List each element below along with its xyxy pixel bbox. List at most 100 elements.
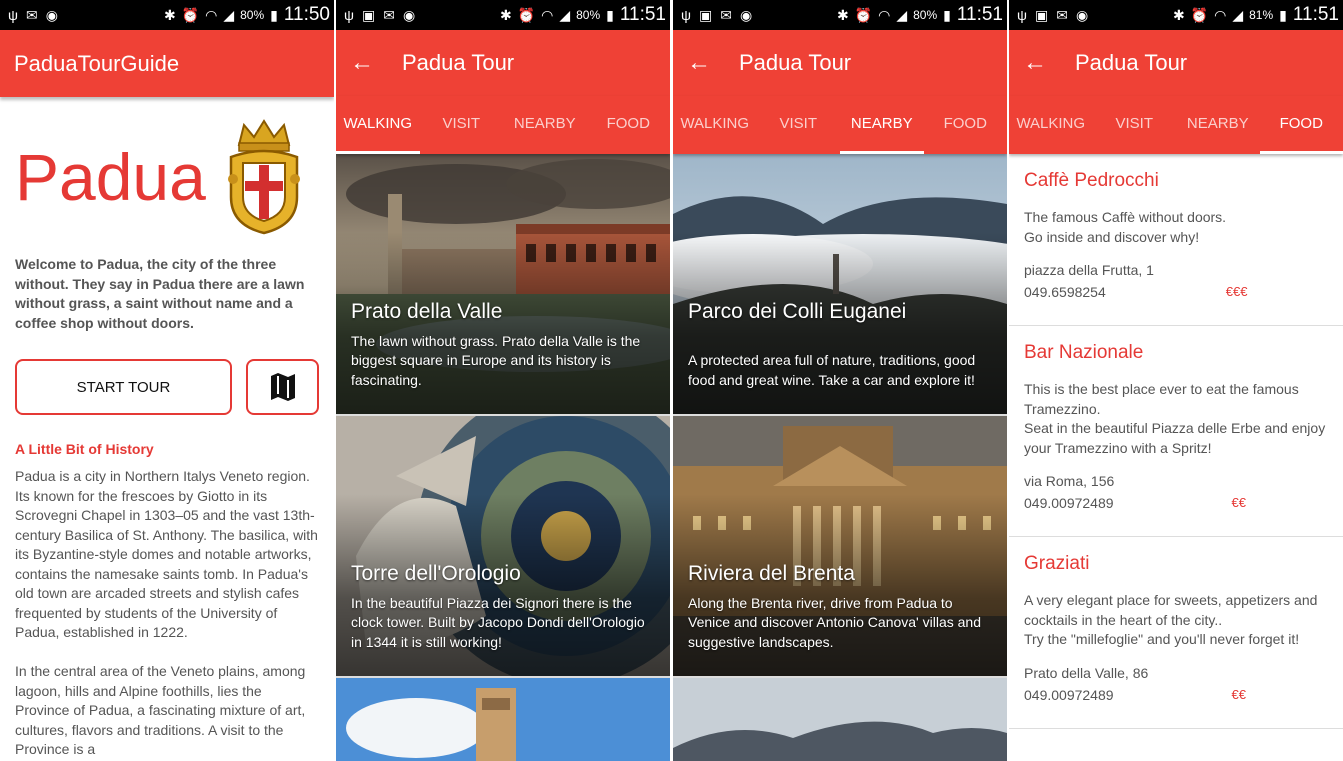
walking-screen: ψ ▣ ✉ ◉ ✱ ⏰ ◠ ◢ 80% ▮ 11:51 ← Padua Tour… bbox=[336, 0, 670, 761]
tab-bar: WALKING VISIT NEARBY FOOD bbox=[1009, 96, 1343, 154]
hero: Padua bbox=[15, 97, 319, 257]
alarm-icon: ⏰ bbox=[1190, 7, 1209, 23]
screen-title: Padua Tour bbox=[739, 50, 852, 75]
alarm-icon: ⏰ bbox=[517, 7, 536, 23]
food-item[interactable]: Bar Nazionale This is the best place eve… bbox=[1009, 326, 1343, 537]
image-icon: ▣ bbox=[361, 7, 376, 23]
food-address: via Roma, 156 bbox=[1024, 473, 1115, 489]
food-phone[interactable]: 049.6598254 bbox=[1024, 281, 1106, 303]
wifi-icon: ◠ bbox=[878, 7, 891, 23]
welcome-text: Welcome to Padua, the city of the three … bbox=[15, 256, 305, 331]
place-photo bbox=[336, 678, 670, 761]
place-card[interactable] bbox=[336, 678, 670, 761]
food-phone[interactable]: 049.00972489 bbox=[1024, 684, 1114, 706]
place-card[interactable]: Parco dei Colli Euganei A protected area… bbox=[673, 154, 1007, 416]
tab-nearby[interactable]: NEARBY bbox=[1176, 96, 1260, 154]
screen-title: Padua Tour bbox=[1075, 50, 1188, 75]
usb-icon: ψ bbox=[344, 7, 354, 23]
tab-food[interactable]: FOOD bbox=[587, 96, 671, 154]
tab-walking[interactable]: WALKING bbox=[1009, 96, 1093, 154]
battery-percent: 80% bbox=[240, 8, 265, 22]
battery-icon: ▮ bbox=[943, 7, 951, 23]
bluetooth-icon: ✱ bbox=[499, 7, 512, 23]
tab-nearby[interactable]: NEARBY bbox=[503, 96, 587, 154]
app-bar: ← Padua Tour bbox=[673, 30, 1007, 96]
usb-icon: ψ bbox=[1017, 7, 1027, 23]
back-arrow-icon[interactable]: ← bbox=[687, 49, 739, 77]
food-price: €€€ bbox=[1225, 284, 1248, 299]
signal-icon: ◢ bbox=[559, 7, 571, 23]
place-title: Torre dell'Orologio bbox=[351, 562, 521, 585]
place-description: The lawn without grass. Prato della Vall… bbox=[351, 332, 641, 388]
mail-icon: ✉ bbox=[25, 7, 38, 23]
tab-visit[interactable]: VISIT bbox=[420, 96, 504, 154]
tab-visit[interactable]: VISIT bbox=[757, 96, 841, 154]
status-bar: ψ ▣ ✉ ◉ ✱ ⏰ ◠ ◢ 80% ▮ 11:51 bbox=[673, 0, 1007, 30]
place-title: Prato della Valle bbox=[351, 300, 503, 323]
tab-nearby[interactable]: NEARBY bbox=[840, 96, 924, 154]
clock: 11:51 bbox=[619, 4, 666, 25]
back-arrow-icon[interactable]: ← bbox=[1023, 49, 1075, 77]
tab-walking[interactable]: WALKING bbox=[673, 96, 757, 154]
tab-food[interactable]: FOOD bbox=[1259, 96, 1343, 154]
food-screen: ψ ▣ ✉ ◉ ✱ ⏰ ◠ ◢ 81% ▮ 11:51 ← Padua Tour… bbox=[1009, 0, 1343, 761]
place-title: Riviera del Brenta bbox=[688, 562, 855, 585]
history-text: Padua is a city in Northern Italys Venet… bbox=[15, 467, 319, 760]
clock: 11:51 bbox=[956, 4, 1003, 25]
home-content[interactable]: Padua Welcome to Padua, the city of the … bbox=[0, 97, 334, 760]
food-price: €€ bbox=[1231, 495, 1247, 510]
battery-percent: 80% bbox=[913, 8, 938, 22]
place-card[interactable]: Torre dell'Orologio In the beautiful Pia… bbox=[336, 416, 670, 678]
place-card[interactable]: Riviera del Brenta Along the Brenta rive… bbox=[673, 416, 1007, 678]
bluetooth-icon: ✱ bbox=[836, 7, 849, 23]
tab-bar: WALKING VISIT NEARBY FOOD bbox=[673, 96, 1007, 154]
app-bar: ← Padua Tour bbox=[336, 30, 670, 96]
image-icon: ▣ bbox=[1034, 7, 1049, 23]
nearby-screen: ψ ▣ ✉ ◉ ✱ ⏰ ◠ ◢ 80% ▮ 11:51 ← Padua Tour… bbox=[673, 0, 1007, 761]
map-button[interactable] bbox=[246, 359, 319, 415]
place-description: A protected area full of nature, traditi… bbox=[688, 352, 976, 388]
food-list[interactable]: Caffè Pedrocchi The famous Caffè without… bbox=[1009, 154, 1343, 729]
wifi-icon: ◠ bbox=[1214, 7, 1227, 23]
start-tour-button[interactable]: START TOUR bbox=[15, 359, 232, 415]
place-card[interactable] bbox=[673, 678, 1007, 761]
city-title: Padua bbox=[15, 140, 206, 214]
mail-icon: ✉ bbox=[383, 7, 395, 23]
food-description: A very elegant place for sweets, appetiz… bbox=[1024, 592, 1318, 647]
food-description: The famous Caffè without doors. Go insid… bbox=[1024, 209, 1227, 245]
food-description: This is the best place ever to eat the f… bbox=[1024, 381, 1326, 456]
back-arrow-icon[interactable]: ← bbox=[350, 49, 402, 77]
tab-walking[interactable]: WALKING bbox=[336, 96, 420, 154]
battery-icon: ▮ bbox=[606, 7, 614, 23]
tab-food[interactable]: FOOD bbox=[924, 96, 1008, 154]
clock: 11:51 bbox=[1292, 4, 1339, 25]
image-icon: ▣ bbox=[698, 7, 713, 23]
battery-icon: ▮ bbox=[270, 7, 278, 23]
wifi-icon: ◠ bbox=[205, 7, 218, 23]
food-name: Graziati bbox=[1024, 553, 1090, 574]
mail-icon: ✉ bbox=[1056, 7, 1068, 23]
alarm-icon: ⏰ bbox=[181, 7, 200, 23]
history-title: A Little Bit of History bbox=[15, 441, 154, 457]
status-bar: ψ ▣ ✉ ◉ ✱ ⏰ ◠ ◢ 80% ▮ 11:51 bbox=[336, 0, 670, 30]
padua-crest-icon bbox=[228, 119, 300, 235]
tab-visit[interactable]: VISIT bbox=[1093, 96, 1177, 154]
usb-icon: ψ bbox=[8, 7, 18, 23]
history-paragraph: Padua is a city in Northern Italys Venet… bbox=[15, 468, 318, 640]
place-description: In the beautiful Piazza dei Signori ther… bbox=[351, 594, 645, 650]
food-item[interactable]: Caffè Pedrocchi The famous Caffè without… bbox=[1009, 154, 1343, 326]
screen-title: Padua Tour bbox=[402, 50, 515, 75]
place-photo bbox=[673, 678, 1007, 761]
food-price: €€ bbox=[1231, 686, 1247, 702]
app-title: PaduaTourGuide bbox=[14, 50, 180, 76]
status-bar: ψ ▣ ✉ ◉ ✱ ⏰ ◠ ◢ 81% ▮ 11:51 bbox=[1009, 0, 1343, 30]
signal-icon: ◢ bbox=[896, 7, 908, 23]
app-bar: PaduaTourGuide bbox=[0, 30, 334, 97]
spotify-icon: ◉ bbox=[402, 7, 416, 23]
food-phone[interactable]: 049.00972489 bbox=[1024, 492, 1114, 514]
wifi-icon: ◠ bbox=[541, 7, 554, 23]
app-bar: ← Padua Tour bbox=[1009, 30, 1343, 96]
place-card[interactable]: Prato della Valle The lawn without grass… bbox=[336, 154, 670, 416]
clock: 11:50 bbox=[283, 4, 330, 25]
food-item[interactable]: Graziati A very elegant place for sweets… bbox=[1009, 537, 1343, 729]
